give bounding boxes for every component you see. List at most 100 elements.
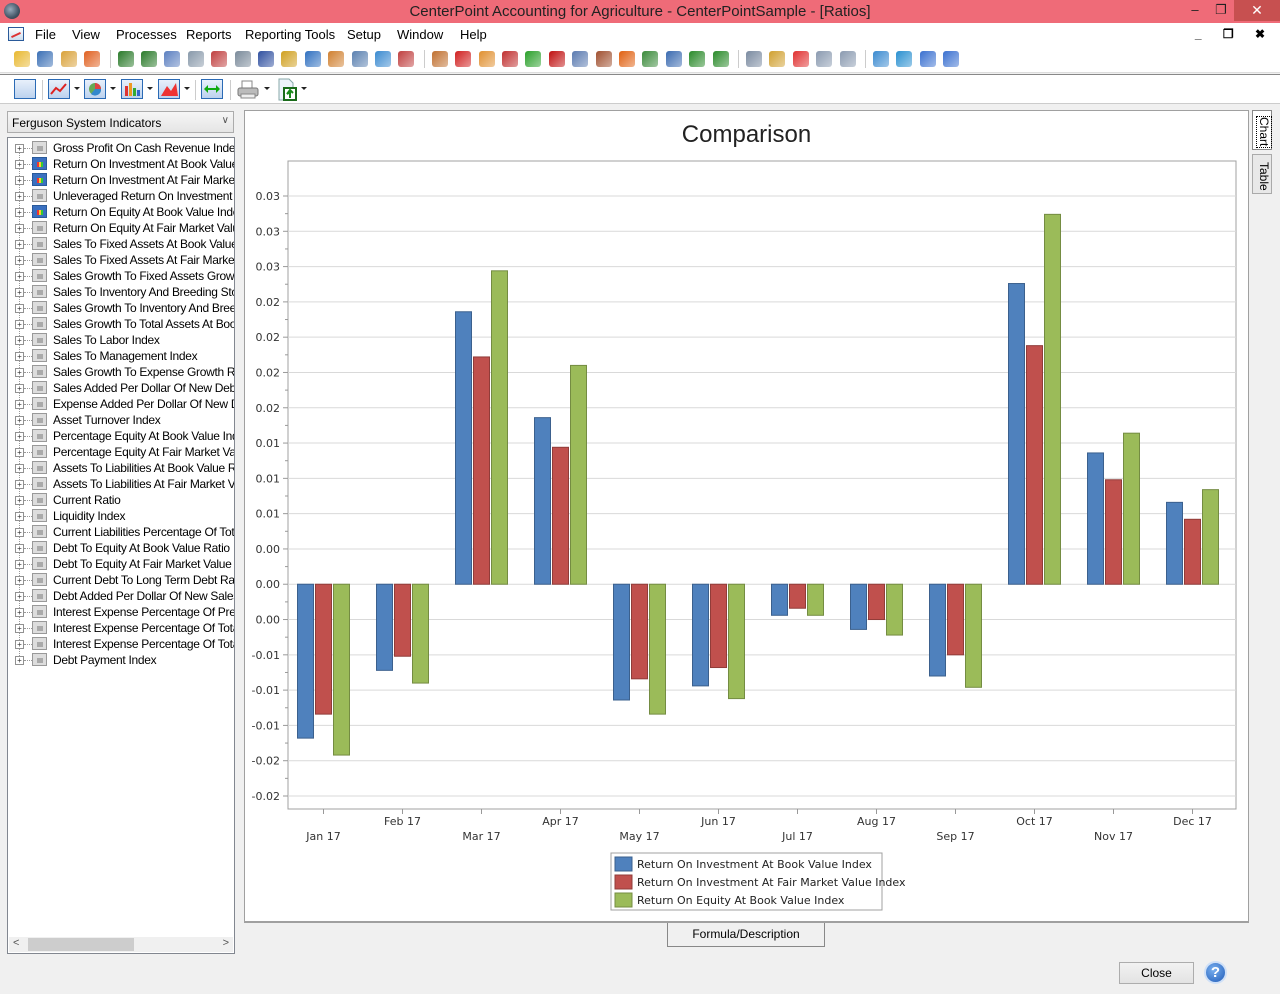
tree-item[interactable]: + Current Ratio	[8, 492, 234, 508]
id-card-icon[interactable]	[665, 51, 682, 67]
journal-entry-icon[interactable]	[164, 51, 181, 67]
calendar-icon[interactable]	[572, 51, 589, 67]
tree-item[interactable]: + Interest Expense Percentage Of Total	[8, 636, 234, 652]
home-icon[interactable]	[642, 51, 659, 67]
alarm-clock-icon[interactable]	[619, 51, 635, 67]
menu-reports[interactable]: Reports	[186, 27, 232, 42]
tree-item[interactable]: + Asset Turnover Index	[8, 412, 234, 428]
expand-icon[interactable]: +	[15, 144, 24, 153]
tree-item[interactable]: + Percentage Equity At Book Value Inde	[8, 428, 234, 444]
close-button[interactable]: Close	[1119, 962, 1194, 984]
expand-icon[interactable]: +	[15, 640, 24, 649]
expand-icon[interactable]: +	[15, 320, 24, 329]
expand-icon[interactable]: +	[15, 304, 24, 313]
expand-icon[interactable]: +	[15, 464, 24, 473]
binoculars-icon[interactable]	[769, 51, 786, 67]
menu-help[interactable]: Help	[460, 27, 487, 42]
wizard-icon[interactable]	[84, 51, 101, 67]
line-chart-dropdown[interactable]	[74, 87, 80, 90]
refresh-icon[interactable]	[398, 51, 415, 67]
expand-icon[interactable]: +	[15, 432, 24, 441]
expand-icon[interactable]: +	[15, 400, 24, 409]
expand-icon[interactable]: +	[15, 576, 24, 585]
menu-setup[interactable]: Setup	[347, 27, 381, 42]
tree-item[interactable]: + Debt Added Per Dollar Of New Sales F	[8, 588, 234, 604]
area-chart-icon[interactable]	[158, 79, 180, 99]
help-icon[interactable]	[919, 51, 936, 67]
info-icon[interactable]	[943, 51, 960, 67]
scrollbar-thumb[interactable]	[28, 938, 134, 951]
expand-icon[interactable]: +	[15, 416, 24, 425]
horizontal-scrollbar[interactable]: < >	[9, 937, 233, 952]
tree-item[interactable]: + Interest Expense Percentage Of Pre-ta	[8, 604, 234, 620]
mdi-window-controls[interactable]: _ ❐ ✖	[1195, 27, 1274, 41]
book-icon[interactable]	[548, 51, 565, 67]
tree-item[interactable]: + Sales To Fixed Assets At Book Value I	[8, 236, 234, 252]
ledger-icon[interactable]	[258, 51, 274, 67]
exit-icon[interactable]	[37, 51, 54, 67]
expand-icon[interactable]: +	[15, 592, 24, 601]
web-globe-icon[interactable]	[873, 51, 889, 67]
open-company-icon[interactable]	[14, 51, 30, 67]
expand-icon[interactable]: +	[15, 208, 24, 217]
bar-chart-dropdown[interactable]	[147, 87, 153, 90]
tree-item[interactable]: + Sales To Fixed Assets At Fair Market V	[8, 252, 234, 268]
tree-item[interactable]: + Assets To Liabilities At Fair Market Va…	[8, 476, 234, 492]
expand-icon[interactable]: +	[15, 544, 24, 553]
menu-processes[interactable]: Processes	[116, 27, 177, 42]
tree-item[interactable]: + Interest Expense Percentage Of Total	[8, 620, 234, 636]
printer-icon[interactable]	[236, 80, 260, 100]
expand-icon[interactable]: +	[15, 608, 24, 617]
expand-icon[interactable]: +	[15, 512, 24, 521]
transfer-icon[interactable]	[478, 51, 495, 67]
tree-item[interactable]: + Return On Equity At Fair Market Value	[8, 220, 234, 236]
close-window-button[interactable]: ✕	[1234, 0, 1280, 21]
expand-icon[interactable]: +	[15, 240, 24, 249]
expand-icon[interactable]: +	[15, 224, 24, 233]
expand-icon[interactable]: +	[15, 192, 24, 201]
backup-icon[interactable]	[60, 51, 77, 67]
bar-chart-icon[interactable]	[121, 79, 143, 99]
customers-icon[interactable]	[328, 51, 345, 67]
expand-icon[interactable]: +	[15, 336, 24, 345]
spreadsheet-icon[interactable]	[375, 51, 391, 67]
employees-icon[interactable]	[431, 51, 448, 67]
document-preview-icon[interactable]	[187, 51, 204, 67]
tree-item[interactable]: + Percentage Equity At Fair Market Valu	[8, 444, 234, 460]
tree-item[interactable]: + Sales Growth To Total Assets At Book	[8, 316, 234, 332]
tree-item[interactable]: + Return On Equity At Book Value Index	[8, 204, 234, 220]
expand-icon[interactable]: +	[15, 384, 24, 393]
tree-item[interactable]: + Sales Growth To Inventory And Breedi	[8, 300, 234, 316]
tree-item[interactable]: + Sales Growth To Expense Growth Rat	[8, 364, 234, 380]
tree-item[interactable]: + Debt To Equity At Fair Market Value R	[8, 556, 234, 572]
undo-transaction-icon[interactable]	[117, 51, 134, 67]
inventory-icon[interactable]	[595, 51, 612, 67]
tree-item[interactable]: + Debt To Equity At Book Value Ratio	[8, 540, 234, 556]
menu-file[interactable]: File	[35, 27, 56, 42]
expand-icon[interactable]: +	[15, 256, 24, 265]
tree-item[interactable]: + Current Debt To Long Term Debt Ratio	[8, 572, 234, 588]
document-s-icon[interactable]	[839, 51, 856, 67]
expand-icon[interactable]: +	[15, 656, 24, 665]
formula-description-tab[interactable]: Formula/Description	[667, 923, 825, 947]
expand-icon[interactable]: +	[15, 480, 24, 489]
tree-item[interactable]: + Return On Investment At Book Value I	[8, 156, 234, 172]
export-icon[interactable]	[276, 78, 300, 102]
invoice-icon[interactable]	[211, 51, 228, 67]
maximize-button[interactable]: ❐	[1208, 0, 1234, 21]
tab-table[interactable]: Table	[1252, 154, 1272, 194]
expand-icon[interactable]: +	[15, 528, 24, 537]
fit-width-icon[interactable]	[201, 79, 223, 99]
print-checks-icon[interactable]	[234, 51, 251, 67]
tree-item[interactable]: + Sales To Inventory And Breeding Stoc	[8, 284, 234, 300]
tab-chart[interactable]: Chart	[1252, 110, 1272, 150]
tree-item[interactable]: + Sales Added Per Dollar Of New Debt F	[8, 380, 234, 396]
money-out-icon[interactable]	[712, 51, 729, 67]
pie-chart-dropdown[interactable]	[110, 87, 116, 90]
balance-scale-icon[interactable]	[281, 51, 298, 67]
tree-item[interactable]: + Sales To Management Index	[8, 348, 234, 364]
document-p-icon[interactable]	[816, 51, 833, 67]
redo-transaction-icon[interactable]	[141, 51, 157, 67]
dollar-icon[interactable]	[525, 51, 542, 67]
reconcile-icon[interactable]	[351, 51, 368, 67]
